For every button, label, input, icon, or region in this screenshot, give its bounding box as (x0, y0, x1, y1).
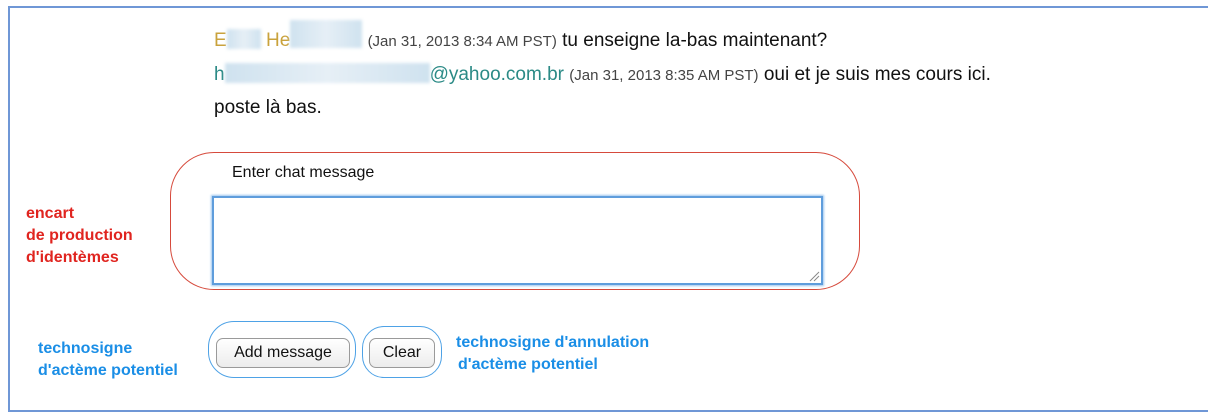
message-2-sender-end: @yahoo.com.br (429, 64, 564, 85)
annotation-add-button: technosigne d'actème potentiel (38, 338, 178, 382)
annotation-red-line-3: d'identèmes (26, 249, 119, 266)
resize-grip-icon[interactable] (808, 270, 820, 282)
redacted-blur (226, 29, 261, 49)
message-2-text: oui et je suis mes cours ici. (763, 64, 991, 85)
add-message-button[interactable]: Add message (216, 338, 350, 368)
clear-button[interactable]: Clear (369, 338, 435, 368)
message-1-sender-start: E (214, 30, 227, 51)
message-2-text-continued: poste là bas. (214, 97, 322, 118)
annotation-red-line-2: de production (26, 227, 133, 244)
chat-message-input[interactable] (212, 196, 823, 285)
annotation-clear-button: technosigne d'annulation d'actème potent… (456, 332, 649, 376)
redacted-blur (224, 63, 430, 83)
chat-input-label: Enter chat message (232, 164, 375, 181)
message-2-timestamp: (Jan 31, 2013 8:35 AM PST) (569, 67, 759, 84)
annotation-blue-left-line-2: d'actème potentiel (38, 362, 178, 379)
message-2-sender: h @yahoo.com.br (214, 63, 564, 85)
message-1-sender-end: e (279, 30, 291, 51)
message-1-sender: E He (214, 20, 363, 51)
annotation-red-line-1: encart (26, 205, 75, 222)
message-2-sender-start: h (214, 64, 225, 85)
message-1-timestamp: (Jan 31, 2013 8:34 AM PST) (367, 33, 557, 50)
annotation-blue-left-line-1: technosigne (38, 340, 133, 357)
annotation-blue-right-line-1: technosigne d'annulation (456, 334, 650, 351)
chat-message-1: E He (Jan 31, 2013 8:34 AM PST) tu ensei… (214, 20, 827, 52)
annotation-input-area: encart de production d'identèmes (26, 203, 133, 269)
chat-message-2: h @yahoo.com.br (Jan 31, 2013 8:35 AM PST… (214, 63, 991, 86)
message-1-sender-mid: H (265, 30, 280, 51)
redacted-blur (290, 20, 363, 48)
message-1-text: tu enseigne la-bas maintenant? (562, 30, 828, 51)
annotation-blue-right-line-2: d'actème potentiel (458, 356, 598, 373)
